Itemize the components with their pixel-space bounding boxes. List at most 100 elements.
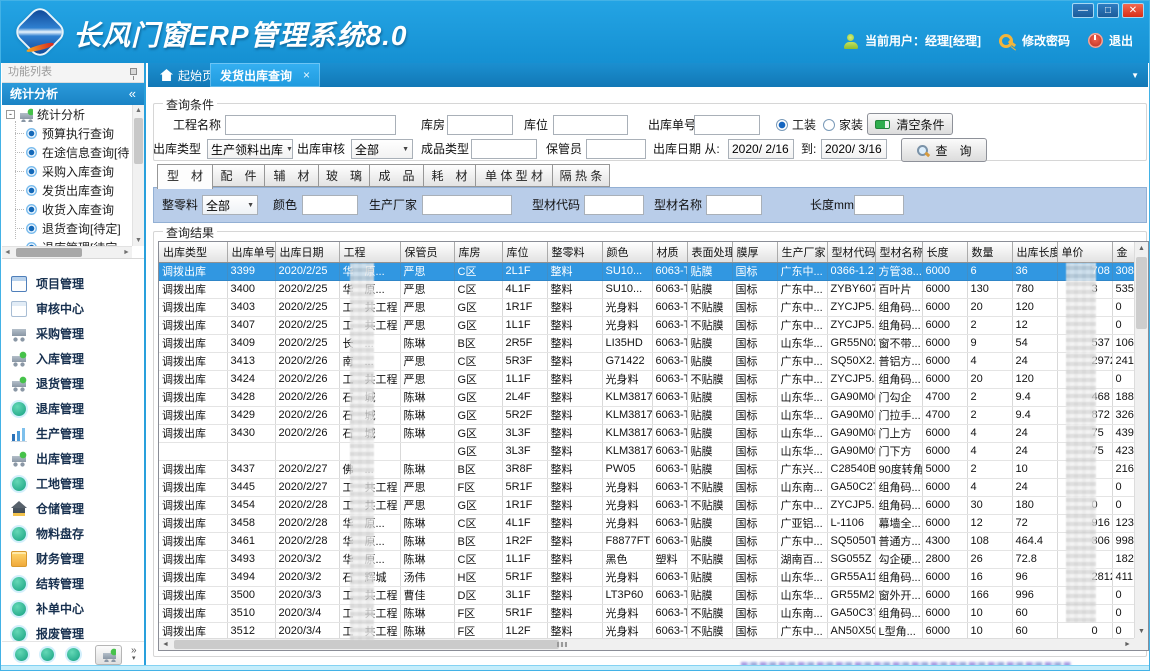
profile-code-input[interactable]: [584, 195, 644, 215]
tree-item[interactable]: 预算执行查询: [2, 124, 132, 143]
material-tab-single-profile[interactable]: 单 体 型 材: [475, 164, 553, 187]
warehouse-input[interactable]: [447, 115, 513, 135]
column-header[interactable]: 生产厂家: [777, 242, 827, 262]
whole-piece-select[interactable]: 全部: [202, 195, 258, 215]
column-header[interactable]: 出库日期: [275, 242, 339, 262]
project-name-input[interactable]: [225, 115, 396, 135]
column-header[interactable]: 型材代码: [827, 242, 875, 262]
sidebar-item-project-management[interactable]: 项目管理: [2, 271, 144, 296]
module-dot-icon[interactable]: [67, 648, 80, 661]
sidebar-item-outbound-management[interactable]: 出库管理: [2, 446, 144, 471]
grid-horizontal-scrollbar[interactable]: ◄ ►: [159, 638, 1134, 650]
tree-item[interactable]: 发货出库查询: [2, 181, 132, 200]
sidebar-item-production-management[interactable]: 生产管理: [2, 421, 144, 446]
length-input[interactable]: [854, 195, 904, 215]
column-header[interactable]: 出库类型: [159, 242, 227, 262]
column-header[interactable]: 膜厚: [732, 242, 777, 262]
table-row[interactable]: 调拨出库33992020/2/25华 原...严思C区2L1F整料SU10...…: [159, 262, 1136, 280]
column-header[interactable]: 出库长度: [1012, 242, 1057, 262]
table-row[interactable]: 调拨出库35002020/3/3工 共工程曹佳D区3L1F整料LT3P60606…: [159, 586, 1136, 604]
column-header[interactable]: 长度: [922, 242, 967, 262]
column-header[interactable]: 单价: [1057, 242, 1112, 262]
scroll-down-icon[interactable]: ▼: [1135, 625, 1148, 638]
tab-shipping-outbound-query[interactable]: 发货出库查询: [210, 63, 320, 87]
table-row[interactable]: 调拨出库35102020/3/4工 共工程陈琳F区5R1F整料光身料6063-T…: [159, 604, 1136, 622]
scroll-right-icon[interactable]: ►: [1121, 639, 1134, 650]
tree-item[interactable]: 退货查询[待定]: [2, 219, 132, 238]
table-row[interactable]: 调拨出库34942020/3/2石 辉城汤伟H区5R1F整料光身料6063-T5…: [159, 568, 1136, 586]
more-modules-button[interactable]: [131, 647, 137, 663]
outbound-type-select[interactable]: 生产领料出库: [207, 139, 293, 159]
keeper-input[interactable]: [586, 139, 646, 159]
collapse-icon[interactable]: «: [129, 83, 136, 105]
module-dot-icon[interactable]: [41, 648, 54, 661]
table-row[interactable]: G区3L3F整料KLM38176063-T5贴膜国标山东华...GA90M09.…: [159, 442, 1136, 460]
material-tab-glass[interactable]: 玻 璃: [318, 164, 370, 187]
scrollbar-thumb[interactable]: [1136, 257, 1147, 329]
scroll-up-icon[interactable]: ▲: [1135, 242, 1148, 255]
module-cart-button[interactable]: [95, 645, 122, 665]
material-tab-profile[interactable]: 型 材: [157, 164, 213, 189]
tab-list-dropdown-icon[interactable]: [1131, 71, 1139, 80]
column-header[interactable]: 保管员: [400, 242, 454, 262]
material-tab-consumable[interactable]: 耗 材: [423, 164, 476, 187]
close-button[interactable]: ✕: [1122, 3, 1144, 18]
table-row[interactable]: 调拨出库34302020/2/26石 城陈琳G区3L3F整料KLM3817606…: [159, 424, 1136, 442]
table-row[interactable]: 调拨出库34612020/2/28华 原...陈琳B区1R2F整料F8877FT…: [159, 532, 1136, 550]
table-row[interactable]: 调拨出库34132020/2/26南 ...严思C区5R3F整料G7142260…: [159, 352, 1136, 370]
radio-jiazhuang[interactable]: [823, 119, 835, 131]
sidebar-item-scrap-management[interactable]: 报废管理: [2, 621, 144, 641]
sidebar-item-purchase-management[interactable]: 采购管理: [2, 321, 144, 346]
scrollbar-thumb[interactable]: [16, 248, 82, 257]
collapse-node-icon[interactable]: [6, 110, 15, 119]
sidebar-item-stock-return-management[interactable]: 退库管理: [2, 396, 144, 421]
profile-name-input[interactable]: [706, 195, 762, 215]
tree-item[interactable]: 在途信息查询[待: [2, 143, 132, 162]
minimize-button[interactable]: —: [1072, 3, 1094, 18]
column-header[interactable]: 型材名称: [875, 242, 922, 262]
tree-item[interactable]: 收货入库查询: [2, 200, 132, 219]
table-row[interactable]: 调拨出库34542020/2/28工 共工程严思G区1R1F整料光身料6063-…: [159, 496, 1136, 514]
table-row[interactable]: 调拨出库34282020/2/26石 城陈琳G区2L4F整料KLM3817606…: [159, 388, 1136, 406]
radio-gongzhuang[interactable]: [776, 119, 788, 131]
grid-vertical-scrollbar[interactable]: ▲ ▼: [1134, 242, 1148, 638]
tree-horizontal-scrollbar[interactable]: ◄ ►: [2, 246, 132, 258]
date-to-picker[interactable]: 2020/ 3/16: [821, 139, 887, 159]
column-header[interactable]: 工程: [339, 242, 400, 262]
table-row[interactable]: 调拨出库34292020/2/26石 城陈琳G区5R2F整料KLM3817606…: [159, 406, 1136, 424]
column-header[interactable]: 整零料: [547, 242, 602, 262]
sidebar-item-inbound-management[interactable]: 入库管理: [2, 346, 144, 371]
column-header[interactable]: 库位: [502, 242, 547, 262]
sidebar-item-site-management[interactable]: 工地管理: [2, 471, 144, 496]
scroll-left-icon[interactable]: ◄: [2, 247, 13, 258]
clear-conditions-button[interactable]: 清空条件: [867, 113, 953, 135]
location-input[interactable]: [553, 115, 628, 135]
manufacturer-input[interactable]: [422, 195, 512, 215]
close-tab-icon[interactable]: [303, 68, 310, 82]
change-password-button[interactable]: 修改密码: [1022, 32, 1070, 49]
material-tab-insulation-strip[interactable]: 隔 热 条: [552, 164, 610, 187]
column-header[interactable]: 表面处理: [687, 242, 732, 262]
material-tab-auxiliary[interactable]: 辅 材: [264, 164, 319, 187]
material-tab-product[interactable]: 成 品: [369, 164, 424, 187]
column-header[interactable]: 颜色: [602, 242, 652, 262]
sidebar-item-returns-management[interactable]: 退货管理: [2, 371, 144, 396]
search-button[interactable]: 查 询: [901, 138, 987, 162]
scroll-down-icon[interactable]: ▼: [133, 235, 144, 246]
product-type-input[interactable]: [471, 139, 537, 159]
table-row[interactable]: 调拨出库34452020/2/27工 共工程严思F区5R1F整料光身料6063-…: [159, 478, 1136, 496]
pin-icon[interactable]: [130, 68, 137, 75]
tree-vertical-scrollbar[interactable]: ▲ ▼: [132, 105, 144, 246]
radio-gongzhuang-label[interactable]: 工装: [792, 117, 816, 133]
outbound-audit-select[interactable]: 全部: [351, 139, 413, 159]
sidebar-item-carryover-management[interactable]: 结转管理: [2, 571, 144, 596]
date-from-picker[interactable]: 2020/ 2/16: [728, 139, 794, 159]
color-input[interactable]: [302, 195, 358, 215]
column-header[interactable]: 金: [1112, 242, 1136, 262]
scroll-left-icon[interactable]: ◄: [159, 639, 172, 650]
sidebar-item-reorder-center[interactable]: 补单中心: [2, 596, 144, 621]
table-row[interactable]: 调拨出库34072020/2/25工 共工程严思G区1L1F整料光身料6063-…: [159, 316, 1136, 334]
maximize-button[interactable]: □: [1097, 3, 1119, 18]
order-no-input[interactable]: [694, 115, 760, 135]
column-header[interactable]: 数量: [967, 242, 1012, 262]
